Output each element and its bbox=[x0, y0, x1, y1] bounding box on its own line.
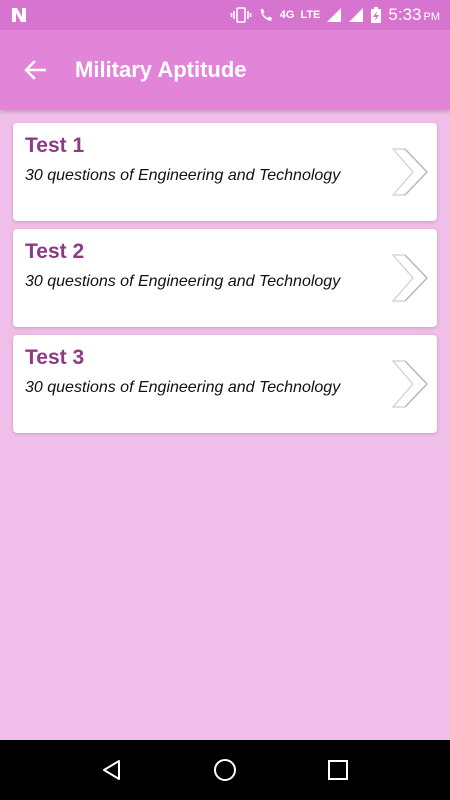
page-title: Military Aptitude bbox=[75, 57, 247, 82]
network-label: 4G bbox=[279, 9, 295, 21]
circle-home-icon bbox=[213, 759, 236, 781]
test-card-1[interactable]: Test 1 30 questions of Engineering and T… bbox=[13, 123, 437, 221]
status-left bbox=[10, 7, 28, 23]
test-description: 30 questions of Engineering and Technolo… bbox=[25, 273, 341, 290]
test-card-3[interactable]: Test 3 30 questions of Engineering and T… bbox=[13, 335, 437, 433]
ampm-label: PM bbox=[423, 11, 441, 23]
test-title: Test 1 bbox=[25, 134, 85, 157]
time-value: 5:33 bbox=[388, 5, 422, 24]
chevron-right-icon bbox=[391, 360, 428, 408]
status-bar: 4G LTE 5:33 PM bbox=[0, 0, 450, 30]
triangle-back-icon bbox=[102, 760, 120, 780]
wifi-call-icon bbox=[260, 9, 272, 21]
app-bar: Military Aptitude bbox=[0, 30, 450, 110]
nav-back-button[interactable] bbox=[92, 750, 132, 790]
test-description: 30 questions of Engineering and Technolo… bbox=[25, 167, 341, 184]
nav-recents-button[interactable] bbox=[318, 750, 358, 790]
battery-charging-icon bbox=[371, 7, 382, 23]
test-list: Test 1 30 questions of Engineering and T… bbox=[0, 110, 450, 740]
signal-icon-2 bbox=[349, 8, 364, 22]
test-description: 30 questions of Engineering and Technolo… bbox=[25, 379, 341, 396]
status-right: 4G LTE 5:33 PM bbox=[230, 5, 440, 25]
back-button[interactable] bbox=[0, 30, 70, 110]
nav-home-button[interactable] bbox=[205, 750, 245, 790]
arrow-left-icon bbox=[24, 60, 46, 80]
status-time: 5:33 PM bbox=[388, 5, 440, 25]
n-logo-icon bbox=[12, 8, 26, 22]
vibrate-icon bbox=[230, 7, 252, 23]
lte-label: LTE bbox=[300, 9, 321, 21]
chevron-right-icon bbox=[391, 148, 428, 196]
square-recents-icon bbox=[328, 760, 349, 780]
test-title: Test 3 bbox=[25, 346, 85, 369]
test-card-2[interactable]: Test 2 30 questions of Engineering and T… bbox=[13, 229, 437, 327]
chevron-right-icon bbox=[391, 254, 428, 302]
nav-bar bbox=[0, 740, 450, 800]
signal-icon bbox=[327, 8, 342, 22]
test-title: Test 2 bbox=[25, 240, 85, 263]
